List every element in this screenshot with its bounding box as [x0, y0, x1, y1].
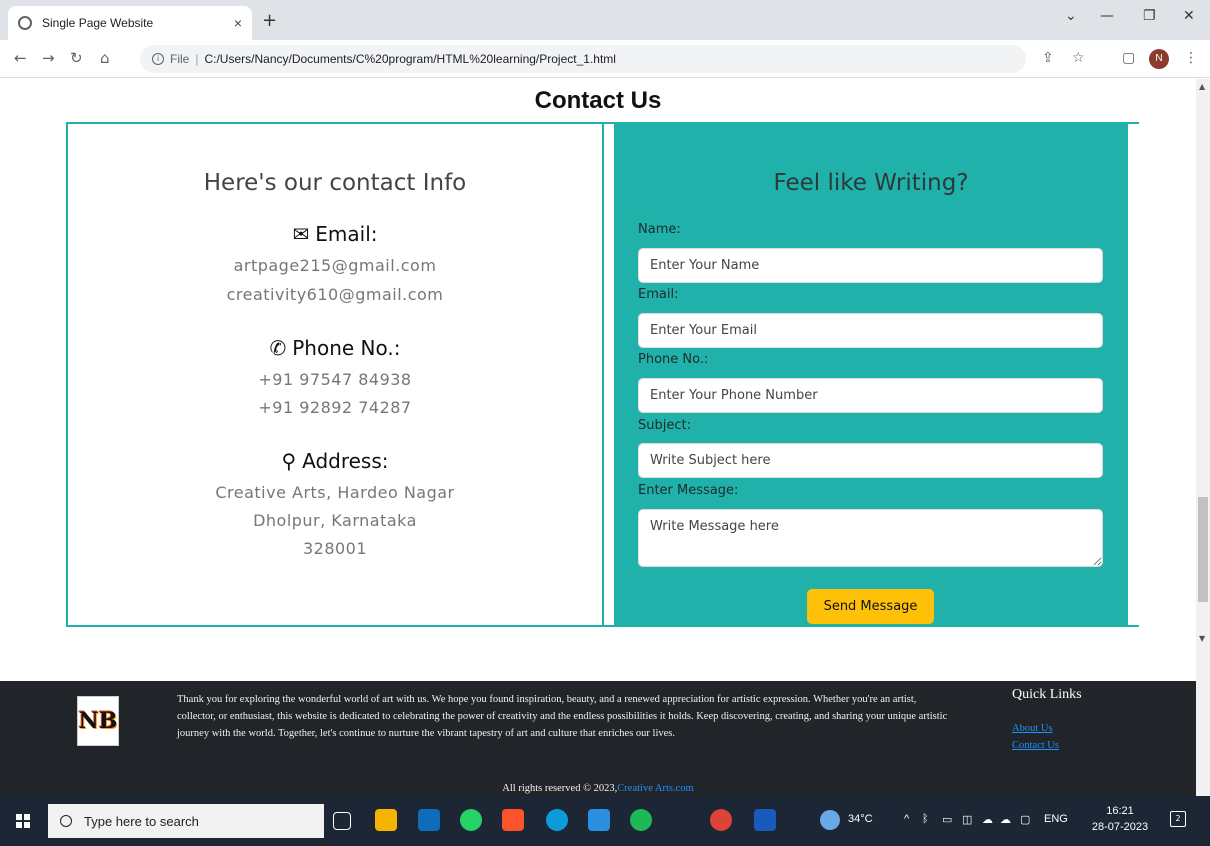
contact-info-panel: Here's our contact Info ✉ Email: artpage2…	[68, 124, 602, 625]
address-line: 328001	[302, 539, 368, 558]
onedrive-icon[interactable]: ☁	[982, 813, 993, 826]
new-tab-button[interactable]: +	[262, 10, 277, 31]
address-scheme: File	[170, 52, 190, 66]
back-icon[interactable]: ←	[14, 49, 27, 67]
phone-number: +91 97547 84938	[258, 370, 412, 389]
info-icon[interactable]: i	[152, 53, 164, 65]
footer-message: Thank you for exploring the wonderful wo…	[177, 694, 948, 739]
phone-label: ✆ Phone No.:	[269, 336, 401, 360]
phone-input[interactable]	[638, 378, 1103, 413]
bookmark-star-icon[interactable]: ☆	[1072, 50, 1085, 66]
address-field[interactable]: i File | C:/Users/Nancy/Documents/C%20pr…	[140, 45, 1026, 73]
spotify-icon[interactable]	[630, 809, 652, 831]
chrome-icon[interactable]	[710, 809, 732, 831]
reload-icon[interactable]: ↻	[70, 49, 83, 67]
vscode-icon[interactable]	[588, 809, 610, 831]
scrollbar-thumb[interactable]	[1198, 497, 1208, 602]
site-footer: NB Thank you for exploring the wonderful…	[0, 681, 1196, 796]
weather-temp[interactable]: 34°C	[848, 813, 873, 825]
page-scrollbar[interactable]: ▲ ▼	[1196, 79, 1210, 796]
envelope-icon: ✉	[292, 222, 310, 246]
email-address: creativity610@gmail.com	[226, 285, 444, 304]
browser-tab-bar: Single Page Website × + ⌄ — ❐ ✕	[0, 0, 1210, 40]
contact-container: Here's our contact Info ✉ Email: artpage2…	[66, 122, 1139, 627]
panel-divider	[602, 124, 616, 625]
copyright-link[interactable]: Creative Arts.com	[617, 783, 693, 794]
forward-icon[interactable]: →	[42, 49, 55, 67]
mail-icon[interactable]	[418, 809, 440, 831]
clock-date: 28-07-2023	[1091, 821, 1149, 833]
weather-icon[interactable]	[820, 810, 840, 830]
share-icon[interactable]: ⇪	[1042, 50, 1054, 66]
network-icon[interactable]: ◫	[962, 813, 972, 826]
phone-number: +91 92892 74287	[258, 398, 412, 417]
address-label: ⚲ Address:	[281, 449, 389, 473]
address-bar-row: ← → ↻ ⌂ i File | C:/Users/Nancy/Document…	[0, 40, 1210, 78]
quick-links-title: Quick Links	[1012, 687, 1082, 702]
address-separator: |	[195, 52, 199, 66]
email-address: artpage215@gmail.com	[233, 256, 437, 275]
tab-search-chevron-icon[interactable]: ⌄	[1065, 8, 1077, 24]
taskbar-clock[interactable]: 16:21 28-07-2023	[1090, 803, 1150, 835]
address-line: Dholpur, Karnataka	[253, 511, 417, 530]
page-viewport: Contact Us Here's our contact Info ✉ Emai…	[0, 79, 1196, 796]
scroll-up-arrow-icon[interactable]: ▲	[1199, 82, 1205, 91]
name-label: Name:	[638, 222, 681, 237]
contact-form: Feel like Writing? Name: Email: Phone No…	[616, 124, 1126, 625]
globe-icon	[18, 16, 32, 30]
address-url[interactable]: C:/Users/Nancy/Documents/C%20program/HTM…	[204, 52, 616, 66]
language-indicator[interactable]: ENG	[1044, 813, 1068, 825]
message-textarea[interactable]	[638, 509, 1103, 567]
form-heading: Feel like Writing?	[773, 170, 969, 196]
tab-title: Single Page Website	[42, 16, 154, 30]
whatsapp-icon[interactable]	[460, 809, 482, 831]
close-window-button[interactable]: ✕	[1183, 8, 1195, 24]
battery-icon[interactable]: ▭	[942, 813, 952, 826]
minimize-button[interactable]: —	[1100, 8, 1114, 24]
menu-kebab-icon[interactable]: ⋮	[1184, 50, 1198, 66]
clock-time: 16:21	[1106, 805, 1134, 817]
brave-icon[interactable]	[502, 809, 524, 831]
windows-start-icon[interactable]	[16, 814, 30, 828]
search-icon	[60, 815, 72, 827]
bluetooth-icon[interactable]: ᛒ	[922, 813, 929, 825]
taskbar-search-placeholder: Type here to search	[84, 813, 199, 829]
restore-button[interactable]: ❐	[1143, 8, 1156, 24]
taskbar-search[interactable]: Type here to search	[48, 804, 324, 838]
footer-link-contact[interactable]: Contact Us	[1012, 740, 1059, 751]
email-input[interactable]	[638, 313, 1103, 348]
panel-edge	[1126, 124, 1139, 625]
message-label: Enter Message:	[638, 483, 739, 498]
contact-info-heading: Here's our contact Info	[203, 170, 467, 196]
task-view-icon[interactable]	[333, 812, 351, 830]
subject-label: Subject:	[638, 418, 691, 433]
map-pin-icon: ⚲	[281, 449, 297, 473]
onedrive-icon[interactable]: ☁	[1000, 813, 1011, 826]
scroll-down-arrow-icon[interactable]: ▼	[1199, 634, 1205, 643]
subject-input[interactable]	[638, 443, 1103, 478]
notification-icon[interactable]: 2	[1170, 811, 1186, 827]
phone-field-label: Phone No.:	[638, 352, 709, 367]
send-message-button[interactable]: Send Message	[807, 589, 934, 624]
windows-taskbar: Type here to search 34°C ^ ᛒ ▭ ◫ ☁ ☁ ▢ E…	[0, 796, 1210, 846]
tab-close-icon[interactable]: ×	[234, 15, 242, 31]
footer-link-about[interactable]: About Us	[1012, 723, 1053, 734]
browser-tab[interactable]: Single Page Website ×	[8, 6, 252, 40]
profile-avatar[interactable]: N	[1149, 49, 1169, 69]
site-logo: NB	[77, 696, 119, 746]
phone-icon: ✆	[269, 336, 287, 360]
name-input[interactable]	[638, 248, 1103, 283]
word-icon[interactable]	[754, 809, 776, 831]
tray-expand-icon[interactable]: ^	[904, 813, 909, 825]
contact-section-title: Contact Us	[534, 87, 662, 114]
email-field-label: Email:	[638, 287, 679, 302]
email-label: ✉ Email:	[292, 222, 378, 246]
home-icon[interactable]: ⌂	[100, 49, 110, 67]
display-icon[interactable]: ▢	[1020, 813, 1030, 826]
edge-icon[interactable]	[546, 809, 568, 831]
side-panel-icon[interactable]: ▢	[1122, 50, 1135, 66]
copyright-line: All rights reserved © 2023,Creative Arts…	[502, 783, 694, 794]
file-explorer-icon[interactable]	[375, 809, 397, 831]
address-line: Creative Arts, Hardeo Nagar	[215, 483, 455, 502]
